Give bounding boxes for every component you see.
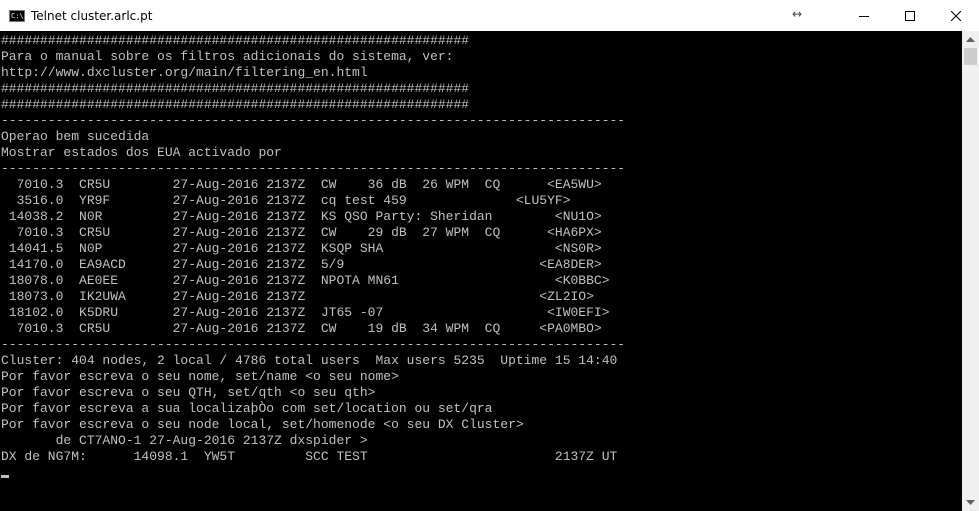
vertical-scrollbar[interactable] — [962, 31, 979, 511]
text-cursor — [1, 475, 9, 478]
minimize-icon — [859, 15, 869, 17]
terminal-line: ----------------------------------------… — [1, 113, 626, 128]
terminal-line: ########################################… — [1, 81, 470, 96]
scroll-up-button[interactable] — [962, 31, 979, 48]
terminal-line: Por favor escreva o seu nome, set/name <… — [1, 369, 399, 384]
terminal-line: ----------------------------------------… — [1, 161, 626, 176]
terminal-line: DX de NG7M: 14098.1 YW5T SCC TEST 2137Z … — [1, 449, 618, 464]
terminal-line: http://www.dxcluster.org/main/filtering_… — [1, 65, 368, 80]
terminal-line: de CT7ANO-1 27-Aug-2016 2137Z dxspider > — [1, 433, 368, 448]
terminal-line: 14170.0 EA9ACD 27-Aug-2016 2137Z 5/9 <EA… — [1, 257, 602, 272]
terminal-line: 7010.3 CR5U 27-Aug-2016 2137Z CW 19 dB 3… — [1, 321, 602, 336]
terminal-line: Por favor escreva o seu node local, set/… — [1, 417, 524, 432]
window-title: Telnet cluster.arlc.pt — [31, 8, 153, 23]
telnet-window: C:\ Telnet cluster.arlc.pt ↔ ###########… — [0, 0, 979, 511]
terminal-line: ########################################… — [1, 97, 470, 112]
terminal-line: ########################################… — [1, 33, 470, 48]
minimize-button[interactable] — [841, 0, 887, 31]
close-icon — [951, 10, 961, 21]
arrow-down-icon — [966, 500, 975, 505]
terminal-line: 14038.2 N0R 27-Aug-2016 2137Z KS QSO Par… — [1, 209, 602, 224]
terminal-line: Mostrar estados dos EUA activado por — [1, 145, 282, 160]
maximize-icon — [905, 10, 915, 21]
console-area[interactable]: ########################################… — [0, 31, 962, 511]
terminal-line: 14041.5 N0P 27-Aug-2016 2137Z KSQP SHA <… — [1, 241, 602, 256]
terminal-line: Para o manual sobre os filtros adicionai… — [1, 49, 454, 64]
terminal-line: 18073.0 IK2UWA 27-Aug-2016 2137Z <ZL2IO> — [1, 289, 594, 304]
title-bar[interactable]: C:\ Telnet cluster.arlc.pt ↔ — [0, 0, 979, 31]
resize-arrows-icon: ↔ — [792, 7, 803, 21]
terminal-line: 7010.3 CR5U 27-Aug-2016 2137Z CW 36 dB 2… — [1, 177, 602, 192]
scroll-down-button[interactable] — [962, 494, 979, 511]
close-button[interactable] — [933, 0, 979, 31]
terminal-output: ########################################… — [1, 33, 625, 481]
terminal-line: Operao bem sucedida — [1, 129, 150, 144]
terminal-line: ----------------------------------------… — [1, 337, 626, 352]
terminal-line: Por favor escreva a sua localizaþÒo com … — [1, 401, 493, 416]
maximize-button[interactable] — [887, 0, 933, 31]
terminal-line — [1, 465, 625, 481]
scrollbar-thumb[interactable] — [964, 48, 977, 65]
terminal-line: Cluster: 404 nodes, 2 local / 4786 total… — [1, 353, 618, 368]
arrow-up-icon — [966, 37, 975, 42]
terminal-line: 7010.3 CR5U 27-Aug-2016 2137Z CW 29 dB 2… — [1, 225, 602, 240]
terminal-line: 18102.0 K5DRU 27-Aug-2016 2137Z JT65 -07… — [1, 305, 610, 320]
terminal-line: 18078.0 AE0EE 27-Aug-2016 2137Z NPOTA MN… — [1, 273, 610, 288]
terminal-line: 3516.0 YR9F 27-Aug-2016 2137Z cq test 45… — [1, 193, 571, 208]
terminal-line: Por favor escreva o seu QTH, set/qth <o … — [1, 385, 376, 400]
console-app-icon[interactable]: C:\ — [9, 9, 25, 22]
